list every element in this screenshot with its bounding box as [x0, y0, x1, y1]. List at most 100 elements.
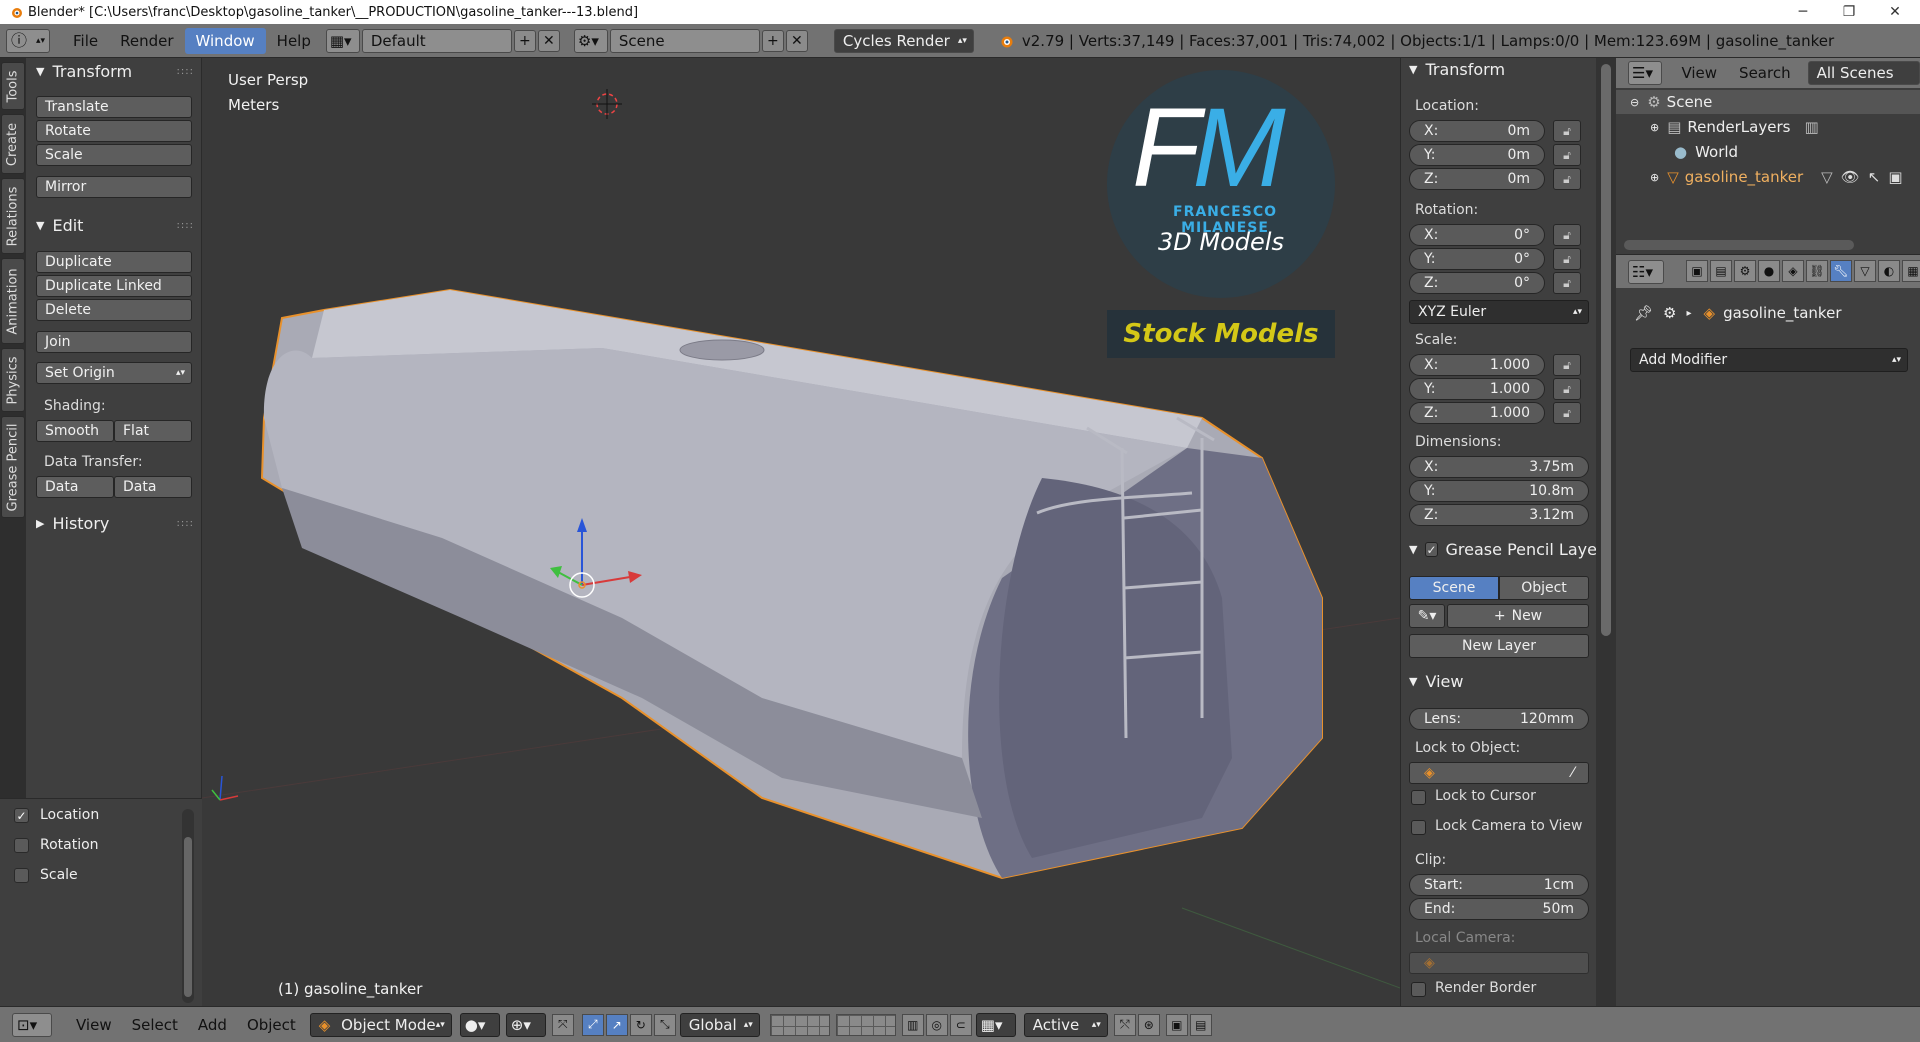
- grip-icon[interactable]: ::::: [177, 518, 194, 529]
- outliner-row-scene[interactable]: ⊖ ⚙ Scene: [1616, 90, 1920, 114]
- pivot-point-select[interactable]: ⊕▾: [505, 1012, 546, 1037]
- tab-grease-pencil[interactable]: Grease Pencil: [1, 416, 25, 518]
- manipulator-toggle-icon[interactable]: ⤧: [551, 1013, 574, 1036]
- move-manipulator-icon[interactable]: ↗: [605, 1013, 628, 1036]
- gp-object-button[interactable]: Object: [1499, 576, 1589, 600]
- lock-object-field[interactable]: ◈ ⁄: [1409, 762, 1589, 784]
- scale-z-field[interactable]: Z: 1.000: [1409, 402, 1545, 424]
- duplicate-linked-button[interactable]: Duplicate Linked: [36, 275, 192, 297]
- lock-icon[interactable]: 🔓︎: [1553, 378, 1581, 400]
- modifiers-tab-icon[interactable]: 🔧︎: [1830, 260, 1852, 282]
- menu-object[interactable]: Object: [237, 1016, 306, 1034]
- constraints-tab-icon[interactable]: ⛓︎: [1806, 260, 1828, 282]
- add-modifier-select[interactable]: Add Modifier ▴▾: [1630, 348, 1908, 372]
- snap-project-icon[interactable]: ⤲: [1113, 1013, 1136, 1036]
- layer-lock-icon[interactable]: ▥: [901, 1013, 924, 1036]
- location-x-field[interactable]: X: 0m: [1409, 120, 1545, 142]
- eyedropper-icon[interactable]: ⁄: [1435, 765, 1574, 781]
- tab-physics[interactable]: Physics: [1, 348, 25, 412]
- expand-icon[interactable]: ⊕: [1650, 121, 1659, 134]
- lock-icon[interactable]: 🔓︎: [1553, 272, 1581, 294]
- rotation-y-field[interactable]: Y: 0°: [1409, 248, 1545, 270]
- outliner-hscrollbar[interactable]: [1624, 240, 1854, 250]
- scene-field[interactable]: Scene: [609, 28, 760, 53]
- remove-screen-icon[interactable]: ✕: [537, 29, 560, 52]
- rotate-manipulator-icon[interactable]: ↻: [629, 1013, 652, 1036]
- remove-scene-icon[interactable]: ✕: [785, 29, 808, 52]
- render-icon[interactable]: ▥: [1804, 118, 1818, 136]
- local-camera-field[interactable]: ◈: [1409, 952, 1589, 974]
- transform-panel-header[interactable]: ▼ Transform ::::: [26, 58, 202, 84]
- dimensions-x-field[interactable]: X: 3.75m: [1409, 456, 1589, 478]
- screen-layout-icon[interactable]: ▦▾: [325, 28, 360, 53]
- menu-view[interactable]: View: [66, 1016, 122, 1034]
- location-z-field[interactable]: Z: 0m: [1409, 168, 1545, 190]
- smooth-button[interactable]: Smooth: [36, 420, 114, 442]
- pivot-select[interactable]: Active ▴▾: [1023, 1012, 1108, 1037]
- lock-icon[interactable]: 🔓︎: [1553, 248, 1581, 270]
- lock-icon[interactable]: 🔓︎: [1553, 354, 1581, 376]
- scene-tab-icon[interactable]: ⚙: [1734, 260, 1756, 282]
- lock-cursor-checkbox[interactable]: [1411, 790, 1426, 805]
- scale-button[interactable]: Scale: [36, 144, 192, 166]
- tab-relations[interactable]: Relations: [1, 178, 25, 254]
- texture-tab-icon[interactable]: ▦: [1902, 260, 1920, 282]
- scale-manipulator-icon[interactable]: ⤡: [653, 1013, 676, 1036]
- menu-file[interactable]: File: [62, 28, 109, 54]
- camera-render-icon[interactable]: ▣: [1888, 168, 1902, 186]
- dimensions-y-field[interactable]: Y: 10.8m: [1409, 480, 1589, 502]
- cursor-select-icon[interactable]: ↖: [1868, 168, 1881, 186]
- add-scene-icon[interactable]: +: [761, 29, 784, 52]
- location-y-field[interactable]: Y: 0m: [1409, 144, 1545, 166]
- outliner-view-menu[interactable]: View: [1670, 60, 1728, 86]
- clip-end-field[interactable]: End: 50m: [1409, 898, 1589, 920]
- lock-icon[interactable]: 🔓︎: [1553, 144, 1581, 166]
- editor-type-selector[interactable]: ⓘ ▴▾: [6, 28, 50, 53]
- eye-icon[interactable]: 👁︎: [1841, 168, 1860, 186]
- render-tab-icon[interactable]: ▣: [1686, 260, 1708, 282]
- delete-button[interactable]: Delete: [36, 299, 192, 321]
- orientation-select[interactable]: Global ▴▾: [679, 1012, 760, 1037]
- properties-scrollbar[interactable]: [1596, 58, 1616, 1006]
- set-origin-select[interactable]: Set Origin ▴▾: [36, 362, 192, 384]
- grease-pencil-checkbox[interactable]: ✓: [1425, 542, 1438, 557]
- lock-icon[interactable]: 🔓︎: [1553, 402, 1581, 424]
- properties-editor-icon[interactable]: ☷▾: [1628, 260, 1664, 284]
- mode-select[interactable]: ◈ Object Mode ▴▾: [309, 1012, 452, 1037]
- rotation-z-field[interactable]: Z: 0°: [1409, 272, 1545, 294]
- transform-header[interactable]: ▼ Transform: [1409, 60, 1505, 79]
- translate-manipulator-icon[interactable]: ⤢: [581, 1013, 604, 1036]
- menu-render[interactable]: Render: [109, 28, 184, 54]
- view-header[interactable]: ▼ View: [1409, 672, 1463, 691]
- gp-scene-button[interactable]: Scene: [1409, 576, 1499, 600]
- lens-field[interactable]: Lens: 120mm: [1409, 708, 1589, 730]
- menu-select[interactable]: Select: [122, 1016, 188, 1034]
- rotation-x-field[interactable]: X: 0°: [1409, 224, 1545, 246]
- history-panel-header[interactable]: ▶ History ::::: [26, 510, 202, 536]
- scene-layers-grid[interactable]: [769, 1013, 896, 1036]
- outliner-row-renderlayers[interactable]: ⊕ ▤ RenderLayers ▥: [1616, 115, 1920, 139]
- layers-tab-icon[interactable]: ▤: [1710, 260, 1732, 282]
- data-layout-button[interactable]: Data Layo: [114, 476, 192, 498]
- 3d-cursor-icon[interactable]: [592, 89, 622, 119]
- lock-icon[interactable]: 🔓︎: [1553, 168, 1581, 190]
- menu-add[interactable]: Add: [188, 1016, 237, 1034]
- data-tab-icon[interactable]: ▽: [1854, 260, 1876, 282]
- gasoline-tanker-model[interactable]: [260, 288, 1323, 880]
- screen-layout-field[interactable]: Default: [361, 28, 512, 53]
- lock-icon[interactable]: 🔓︎: [1553, 224, 1581, 246]
- render-border-checkbox[interactable]: [1411, 982, 1426, 997]
- lock-camera-checkbox[interactable]: [1411, 820, 1426, 835]
- edit-panel-header[interactable]: ▼ Edit ::::: [26, 212, 202, 238]
- menu-help[interactable]: Help: [266, 28, 322, 54]
- snap-element-select[interactable]: ▦▾: [975, 1012, 1016, 1037]
- outliner-search-menu[interactable]: Search: [1728, 60, 1802, 86]
- close-button[interactable]: ✕: [1872, 0, 1918, 24]
- add-screen-icon[interactable]: +: [513, 29, 536, 52]
- minimize-button[interactable]: ─: [1780, 0, 1826, 24]
- outliner-row-gasoline-tanker[interactable]: ⊕ ▽ gasoline_tanker ▽ 👁︎ ↖ ▣: [1616, 165, 1920, 189]
- scene-selector-icon[interactable]: ⚙▾: [573, 28, 608, 53]
- join-button[interactable]: Join: [36, 331, 192, 353]
- material-tab-icon[interactable]: ◐: [1878, 260, 1900, 282]
- shading-mode-select[interactable]: ●▾: [459, 1012, 500, 1037]
